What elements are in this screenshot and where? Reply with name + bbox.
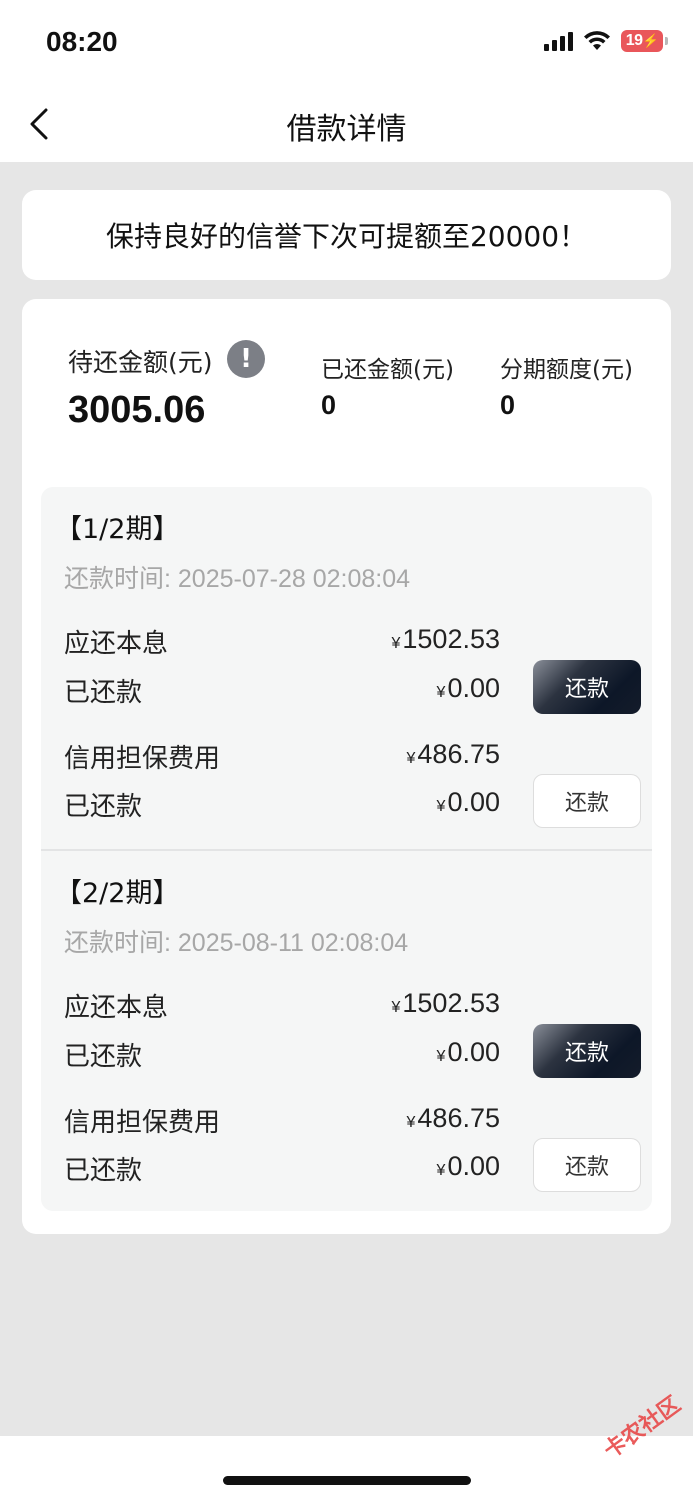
fee-paid-amount: ¥0.00 bbox=[437, 787, 500, 818]
battery-level: 19 bbox=[625, 32, 643, 49]
currency-symbol: ¥ bbox=[436, 684, 446, 701]
installment-quota-value: 0 bbox=[500, 390, 516, 420]
installment-title: 【2/2期】 bbox=[55, 878, 180, 909]
amount-value: 0.00 bbox=[447, 673, 500, 703]
principal-paid-amount: ¥0.00 bbox=[437, 1037, 500, 1068]
guarantee-fee-label: 信用担保费用 bbox=[64, 1108, 221, 1138]
credit-notice-banner: 保持良好的信誉下次可提额至20000！ bbox=[22, 190, 671, 280]
home-indicator-area bbox=[0, 1436, 693, 1500]
principal-interest-label: 应还本息 bbox=[64, 629, 169, 659]
paid-amount-value: 0 bbox=[321, 390, 337, 420]
amount-value: 486.75 bbox=[417, 739, 500, 769]
repay-principal-button[interactable]: 还款 bbox=[533, 1024, 641, 1078]
guarantee-fee-amount: ¥486.75 bbox=[407, 1103, 501, 1134]
status-icons: 19 ⚡ bbox=[544, 30, 668, 52]
installment-item: 【1/2期】 还款时间: 2025-07-28 02:08:04 应还本息 ¥1… bbox=[41, 487, 652, 849]
status-time: 08:20 bbox=[46, 26, 118, 57]
nav-bar: 借款详情 bbox=[0, 86, 693, 162]
principal-paid-amount: ¥0.00 bbox=[437, 673, 500, 704]
currency-symbol: ¥ bbox=[436, 1162, 446, 1179]
pending-amount-value: 3005.06 bbox=[68, 389, 206, 431]
cellular-signal-icon bbox=[544, 31, 573, 51]
principal-interest-label: 应还本息 bbox=[64, 993, 169, 1023]
currency-symbol: ¥ bbox=[436, 798, 446, 815]
amount-value: 0.00 bbox=[447, 1037, 500, 1067]
currency-symbol: ¥ bbox=[436, 1048, 446, 1065]
amount-value: 486.75 bbox=[417, 1103, 500, 1133]
status-bar: 08:20 19 ⚡ bbox=[0, 0, 693, 86]
amount-value: 0.00 bbox=[447, 787, 500, 817]
pending-amount-label: 待还金额(元) bbox=[68, 348, 213, 377]
installment-quota-label: 分期额度(元) bbox=[500, 357, 633, 383]
repay-fee-button[interactable]: 还款 bbox=[533, 1138, 641, 1192]
principal-paid-label: 已还款 bbox=[64, 1042, 143, 1072]
loan-detail-card: 待还金额(元) ! 3005.06 已还金额(元) 0 分期额度(元) 0 【1… bbox=[22, 299, 671, 1234]
amount-value: 1502.53 bbox=[402, 988, 500, 1018]
installment-list: 【1/2期】 还款时间: 2025-07-28 02:08:04 应还本息 ¥1… bbox=[41, 487, 652, 1211]
guarantee-fee-label: 信用担保费用 bbox=[64, 744, 221, 774]
repay-principal-button[interactable]: 还款 bbox=[533, 660, 641, 714]
home-indicator[interactable] bbox=[223, 1476, 471, 1485]
currency-symbol: ¥ bbox=[391, 635, 401, 652]
currency-symbol: ¥ bbox=[391, 999, 401, 1016]
principal-interest-amount: ¥1502.53 bbox=[391, 988, 500, 1019]
wifi-icon bbox=[584, 31, 610, 50]
fee-paid-label: 已还款 bbox=[64, 792, 143, 822]
currency-symbol: ¥ bbox=[406, 1114, 416, 1131]
installment-item: 【2/2期】 还款时间: 2025-08-11 02:08:04 应还本息 ¥1… bbox=[41, 849, 652, 1211]
repay-fee-button[interactable]: 还款 bbox=[533, 774, 641, 828]
amount-value: 0.00 bbox=[447, 1151, 500, 1181]
guarantee-fee-amount: ¥486.75 bbox=[407, 739, 501, 770]
page-title: 借款详情 bbox=[286, 112, 407, 147]
due-time: 还款时间: 2025-07-28 02:08:04 bbox=[64, 565, 411, 593]
due-time: 还款时间: 2025-08-11 02:08:04 bbox=[64, 929, 409, 957]
info-icon[interactable]: ! bbox=[227, 340, 265, 378]
notice-text: 保持良好的信誉下次可提额至20000！ bbox=[105, 220, 588, 253]
loan-summary: 待还金额(元) ! 3005.06 已还金额(元) 0 分期额度(元) 0 bbox=[22, 299, 671, 469]
principal-interest-amount: ¥1502.53 bbox=[391, 624, 500, 655]
fee-paid-amount: ¥0.00 bbox=[437, 1151, 500, 1182]
amount-value: 1502.53 bbox=[402, 624, 500, 654]
battery-icon: 19 ⚡ bbox=[621, 30, 668, 52]
currency-symbol: ¥ bbox=[406, 750, 416, 767]
paid-amount-label: 已还金额(元) bbox=[321, 357, 454, 383]
fee-paid-label: 已还款 bbox=[64, 1156, 143, 1186]
principal-paid-label: 已还款 bbox=[64, 678, 143, 708]
installment-title: 【1/2期】 bbox=[55, 514, 180, 545]
